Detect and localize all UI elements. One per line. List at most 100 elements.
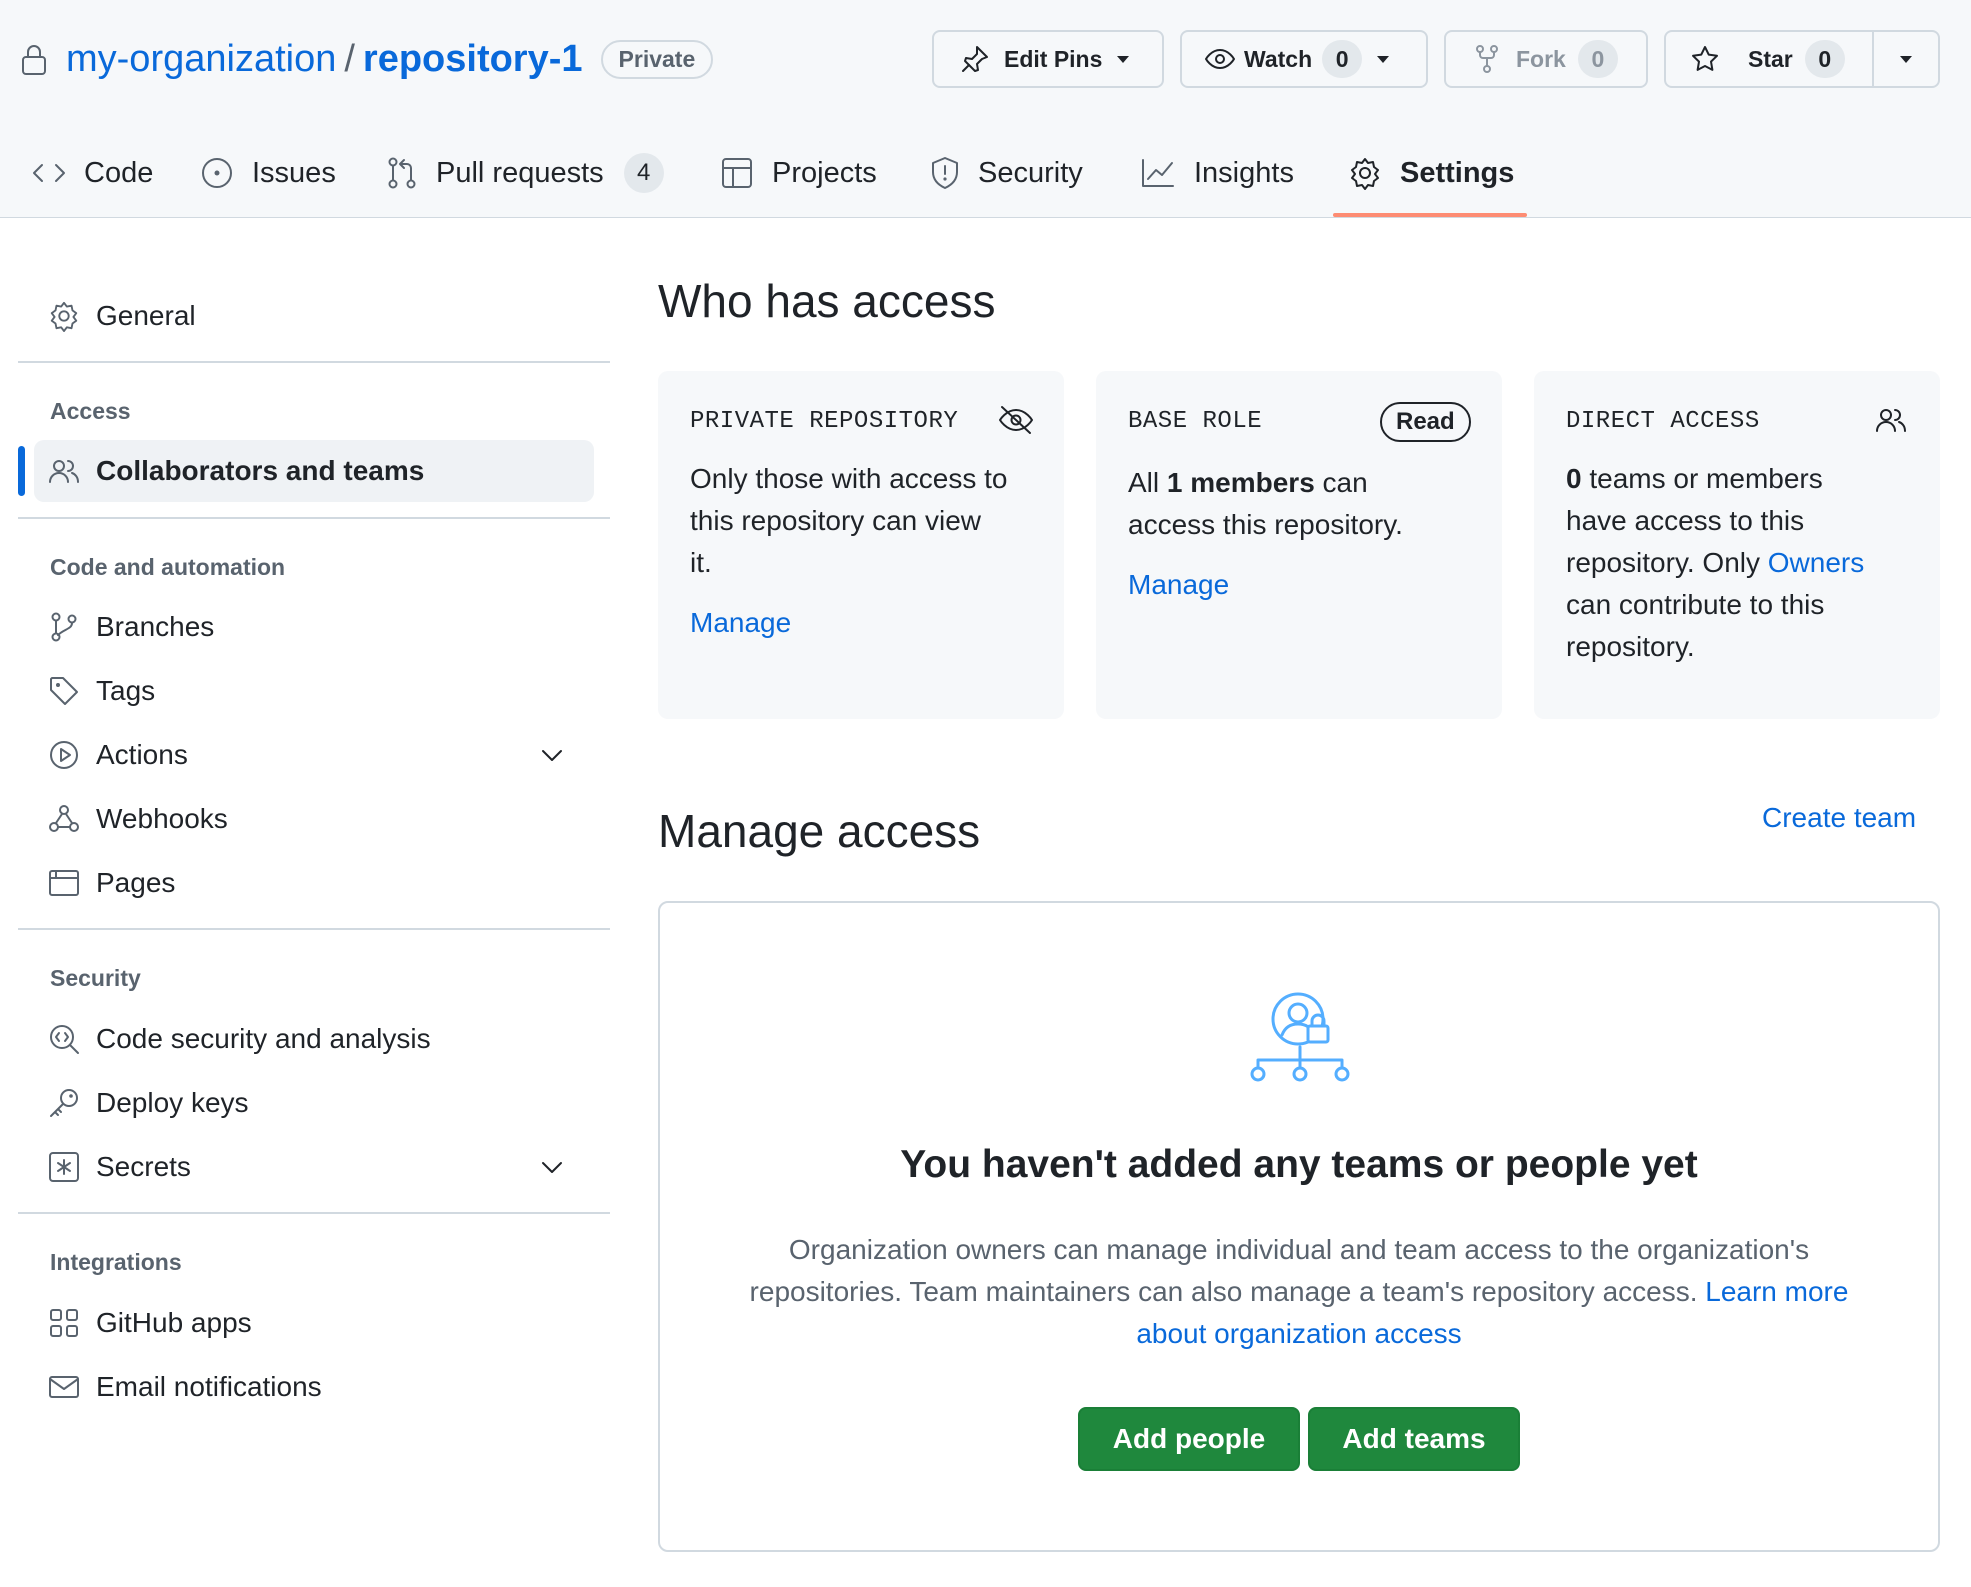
tab-security[interactable]: Security [930, 145, 1083, 201]
selected-item-indicator [18, 446, 25, 496]
card-title: PRIVATE REPOSITORY [690, 408, 959, 435]
tab-label: Security [978, 156, 1083, 189]
tab-settings[interactable]: Settings [1348, 145, 1514, 201]
repo-link[interactable]: repository-1 [363, 38, 583, 81]
watch-label: Watch [1244, 45, 1313, 72]
asterisk-icon [48, 1151, 80, 1183]
caret-down-icon [1116, 54, 1130, 64]
sidebar-heading-security: Security [50, 965, 141, 991]
caret-down-icon [1899, 54, 1913, 64]
chevron-down-icon[interactable] [540, 747, 564, 763]
tab-label: Projects [772, 156, 877, 189]
org-link[interactable]: my-organization [66, 38, 336, 81]
text-fragment: can [1314, 467, 1368, 498]
shield-icon [930, 156, 960, 190]
edit-pins-button[interactable]: Edit Pins [932, 30, 1164, 88]
table-icon [720, 156, 754, 190]
empty-state-description: Organization owners can manage individua… [660, 1229, 1938, 1355]
sidebar-item-email-notifications[interactable]: Email notifications [34, 1356, 594, 1418]
key-icon [48, 1087, 80, 1119]
sidebar-item-label: GitHub apps [96, 1307, 252, 1338]
sidebar-item-actions[interactable]: Actions [34, 724, 594, 786]
card-title: DIRECT ACCESS [1566, 408, 1760, 435]
repo-breadcrumb: my-organization / repository-1 Private [66, 34, 714, 84]
tab-code[interactable]: Code [32, 145, 153, 201]
manage-link[interactable]: Manage [690, 607, 791, 639]
manage-access-heading: Manage access [658, 805, 981, 857]
eye-icon [1204, 47, 1236, 71]
pull-request-count: 4 [623, 153, 664, 193]
text-fragment: All [1128, 467, 1167, 498]
sidebar-item-general[interactable]: General [34, 285, 594, 347]
code-icon [32, 161, 66, 185]
create-team-link[interactable]: Create team [1762, 802, 1916, 834]
sidebar-item-label: Code security and analysis [96, 1023, 431, 1054]
base-role-card: BASE ROLE Read All 1 members can access … [1096, 371, 1502, 719]
star-button[interactable]: Star 0 [1666, 32, 1874, 86]
owners-link[interactable]: Owners [1768, 547, 1864, 578]
sidebar-divider [18, 361, 610, 363]
sidebar-item-label: Actions [96, 739, 188, 770]
description-line: Organization owners can manage individua… [788, 1234, 1810, 1265]
tab-label: Code [84, 156, 154, 189]
tab-projects[interactable]: Projects [720, 145, 877, 201]
add-people-button[interactable]: Add people [1078, 1407, 1300, 1471]
sidebar-divider [18, 517, 610, 519]
card-body: 0 teams or members have access to this r… [1566, 458, 1926, 668]
card-line: it. [690, 547, 712, 578]
breadcrumb-separator: / [344, 37, 355, 80]
sidebar-item-deploy-keys[interactable]: Deploy keys [34, 1072, 594, 1134]
sidebar-item-tags[interactable]: Tags [34, 660, 594, 722]
repo-header: my-organization / repository-1 Private E… [0, 0, 1971, 218]
card-title: BASE ROLE [1128, 408, 1263, 435]
manage-link[interactable]: Manage [1128, 569, 1229, 601]
star-list-dropdown[interactable] [1874, 54, 1938, 64]
card-line: repository. [1566, 631, 1695, 662]
private-repository-card: PRIVATE REPOSITORY Only those with acces… [658, 371, 1064, 719]
sidebar-item-branches[interactable]: Branches [34, 596, 594, 658]
star-button-group: Star 0 [1664, 30, 1940, 88]
mail-icon [48, 1371, 80, 1403]
people-icon [48, 455, 80, 487]
card-body: All 1 members can access this repository… [1128, 462, 1478, 546]
sidebar-item-pages[interactable]: Pages [34, 852, 594, 914]
tab-label: Pull requests [436, 156, 604, 189]
sidebar-item-webhooks[interactable]: Webhooks [34, 788, 594, 850]
eye-closed-icon [998, 405, 1034, 435]
chevron-down-icon[interactable] [540, 1159, 564, 1175]
sidebar-item-label: Collaborators and teams [96, 455, 425, 486]
webhook-icon [48, 803, 80, 835]
sidebar-item-label: Tags [96, 675, 156, 706]
people-icon [1874, 405, 1908, 435]
tab-issues[interactable]: Issues [200, 145, 336, 201]
fork-count: 0 [1577, 40, 1618, 78]
text-fragment: repository. Only [1566, 547, 1768, 578]
pull-request-icon [386, 156, 418, 190]
star-icon [1690, 44, 1720, 74]
watch-button[interactable]: Watch 0 [1180, 30, 1428, 88]
visibility-badge: Private [600, 39, 714, 79]
learn-more-link[interactable]: Learn more [1705, 1276, 1848, 1307]
sidebar-item-collaborators[interactable]: Collaborators and teams [34, 440, 594, 502]
add-teams-button[interactable]: Add teams [1308, 1407, 1520, 1471]
card-line: access this repository. [1128, 509, 1403, 540]
codescan-icon [48, 1023, 80, 1055]
fork-button[interactable]: Fork 0 [1444, 30, 1648, 88]
learn-more-link[interactable]: about organization access [1136, 1318, 1461, 1349]
sidebar-item-github-apps[interactable]: GitHub apps [34, 1292, 594, 1354]
tab-pull-requests[interactable]: Pull requests 4 [386, 145, 664, 201]
text-fragment: teams or members [1581, 463, 1823, 494]
direct-access-card: DIRECT ACCESS 0 teams or members have ac… [1534, 371, 1940, 719]
tab-insights[interactable]: Insights [1140, 145, 1294, 201]
sidebar-item-label: Secrets [96, 1151, 191, 1182]
lock-icon [20, 42, 48, 76]
sidebar-item-code-security[interactable]: Code security and analysis [34, 1008, 594, 1070]
card-line: this repository can view [690, 505, 982, 536]
sidebar-item-secrets[interactable]: Secrets [34, 1136, 594, 1198]
sidebar-item-label: Deploy keys [96, 1087, 249, 1118]
sidebar-item-label: Pages [96, 867, 176, 898]
role-badge: Read [1380, 402, 1471, 442]
browser-icon [48, 867, 80, 899]
card-line: All 1 members can [1128, 462, 1478, 504]
card-line: can contribute to this [1566, 589, 1825, 620]
